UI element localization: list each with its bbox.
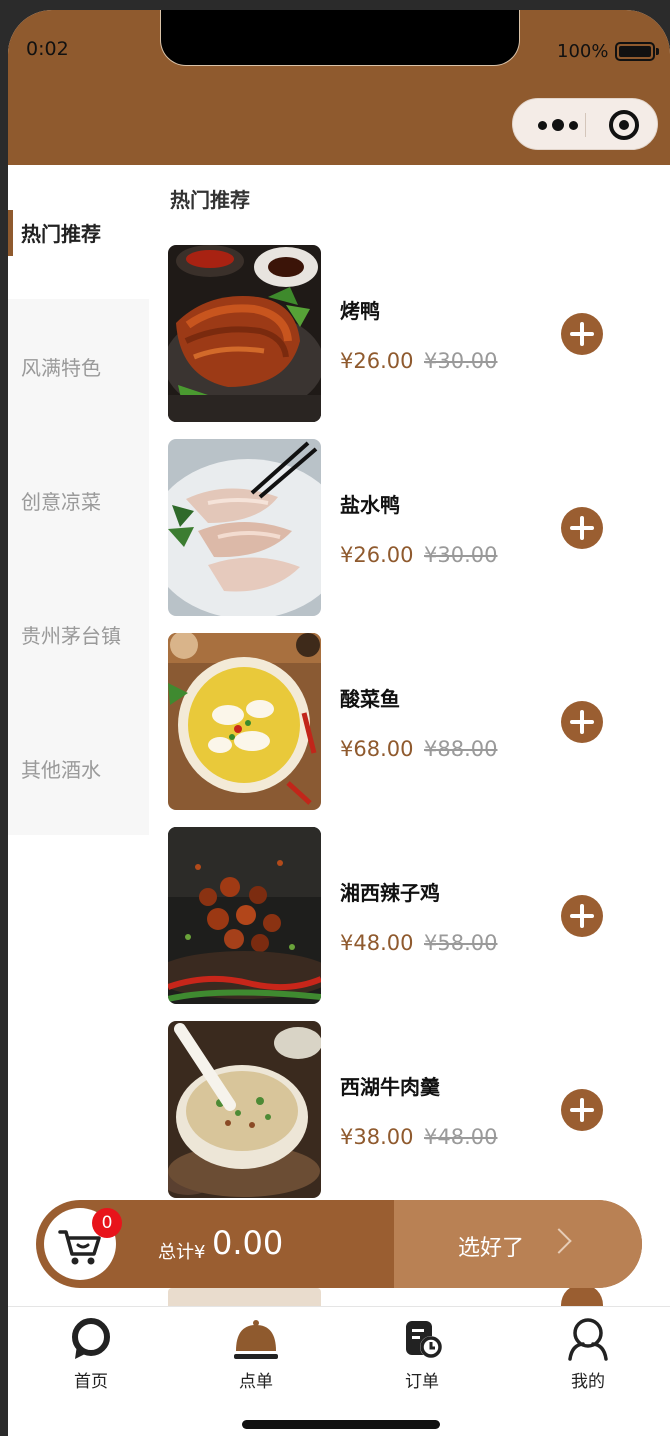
close-miniprogram-icon[interactable] (609, 110, 639, 140)
order-cloche-icon (234, 1320, 278, 1359)
dish-price: ¥48.00 (340, 931, 414, 955)
dish-item[interactable]: 酸菜鱼 ¥68.00 ¥88.00 (168, 633, 668, 811)
dish-photo (168, 439, 321, 616)
cart-count-badge: 0 (92, 1208, 122, 1238)
dish-price: ¥26.00 (340, 349, 414, 373)
dish-name: 湘西辣子鸡 (340, 881, 440, 905)
dish-original-price: ¥58.00 (424, 931, 498, 955)
dish-original-price: ¥30.00 (424, 349, 498, 373)
dish-photo-partial (168, 1288, 321, 1306)
dish-name: 酸菜鱼 (340, 687, 400, 711)
dish-name: 西湖牛肉羹 (340, 1075, 440, 1099)
dish-photo (168, 245, 321, 422)
add-to-cart-button[interactable] (561, 313, 603, 355)
tab-label: 点单 (239, 1372, 273, 1392)
tab-order[interactable]: 点单 (186, 1307, 326, 1397)
section-title: 热门推荐 (170, 188, 250, 212)
header-bar: 0:02 100% (8, 10, 670, 165)
sidebar-item-drinks[interactable]: 其他酒水 (8, 701, 149, 835)
cart-total-label: 总计¥ (158, 1242, 206, 1263)
status-time: 0:02 (26, 38, 69, 60)
home-indicator (242, 1420, 440, 1429)
miniprogram-capsule (512, 98, 658, 150)
tab-label: 订单 (405, 1372, 439, 1392)
device-notch (160, 10, 520, 66)
sidebar-item-specialty[interactable]: 风满特色 (8, 299, 149, 433)
dish-photo (168, 827, 321, 1004)
battery-percent: 100% (557, 41, 609, 62)
add-to-cart-button[interactable] (561, 895, 603, 937)
sidebar-item-label: 风满特色 (21, 355, 101, 380)
tab-home[interactable]: 首页 (21, 1307, 161, 1397)
home-icon (72, 1318, 110, 1359)
dish-name: 盐水鸭 (340, 493, 400, 517)
sidebar-item-label: 创意凉菜 (21, 489, 101, 514)
cart-total-value: 0.00 (212, 1224, 284, 1262)
sidebar-item-moutai[interactable]: 贵州茅台镇 (8, 567, 149, 701)
checkout-button-label[interactable]: 选好了 (458, 1230, 524, 1262)
dish-price: ¥26.00 (340, 543, 414, 567)
dish-item[interactable]: 盐水鸭 ¥26.00 ¥30.00 (168, 439, 668, 617)
sidebar-item-hot[interactable]: 热门推荐 (8, 165, 149, 299)
dish-item[interactable]: 西湖牛肉羹 ¥38.00 ¥48.00 (168, 1021, 668, 1199)
dish-original-price: ¥30.00 (424, 543, 498, 567)
tab-label: 我的 (571, 1372, 605, 1392)
dish-item[interactable]: 湘西辣子鸡 ¥48.00 ¥58.00 (168, 827, 668, 1005)
phone-screen: 0:02 100% 热门推荐 风满特色 创意凉菜 贵州茅台镇 其他酒水 热门推荐… (8, 10, 670, 1436)
tab-profile[interactable]: 我的 (518, 1307, 658, 1397)
dish-original-price: ¥48.00 (424, 1125, 498, 1149)
active-indicator (8, 210, 13, 256)
capsule-divider (585, 113, 586, 137)
sidebar-item-label: 其他酒水 (21, 757, 101, 782)
battery-icon (615, 42, 659, 61)
sidebar-item-label: 贵州茅台镇 (21, 623, 121, 648)
more-options-icon[interactable] (531, 99, 585, 151)
dish-price: ¥38.00 (340, 1125, 414, 1149)
profile-icon (568, 1318, 608, 1361)
add-to-cart-button[interactable] (561, 701, 603, 743)
tab-label: 首页 (74, 1372, 108, 1392)
sidebar-item-label: 热门推荐 (21, 221, 101, 246)
orders-icon (406, 1321, 442, 1358)
sidebar-item-cold-dishes[interactable]: 创意凉菜 (8, 433, 149, 567)
dish-price: ¥68.00 (340, 737, 414, 761)
dish-photo (168, 633, 321, 810)
dish-name: 烤鸭 (340, 299, 380, 323)
dish-item[interactable]: 烤鸭 ¥26.00 ¥30.00 (168, 245, 668, 423)
tab-orders[interactable]: 订单 (352, 1307, 492, 1397)
add-to-cart-button[interactable] (561, 1089, 603, 1131)
bottom-tab-bar: 首页 点单 订单 我的 (8, 1306, 670, 1436)
dish-photo (168, 1021, 321, 1198)
add-to-cart-button[interactable] (561, 507, 603, 549)
dish-original-price: ¥88.00 (424, 737, 498, 761)
